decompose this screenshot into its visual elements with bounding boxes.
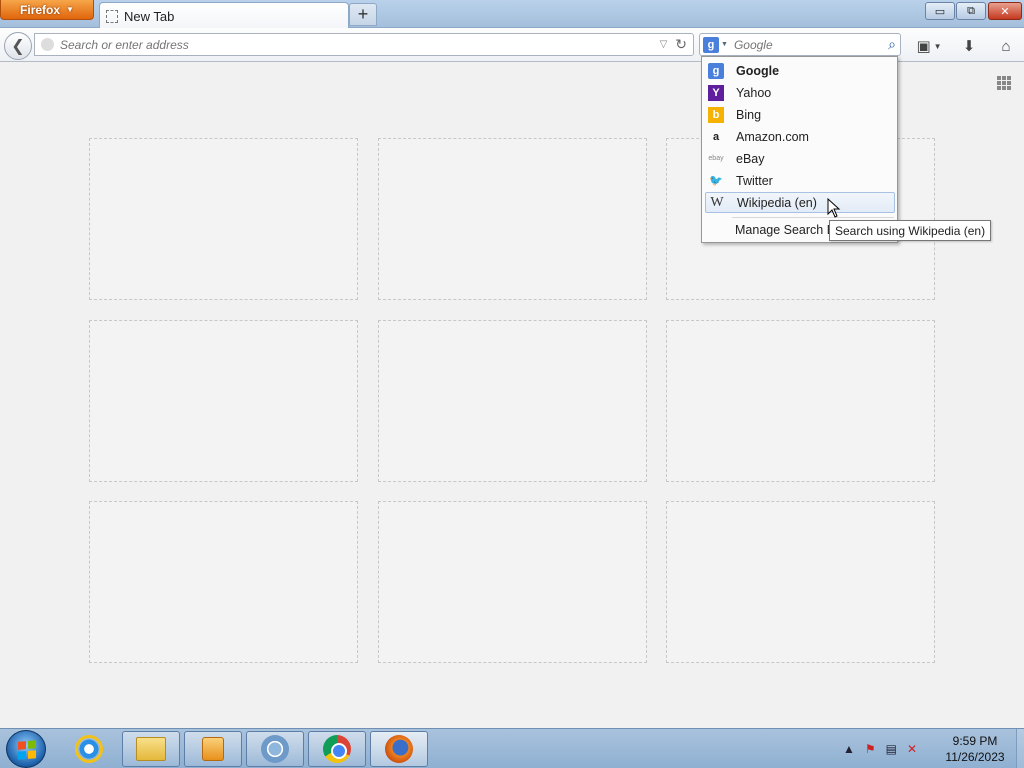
network-icon[interactable]: ▤ [886,742,897,756]
folder-icon [136,737,166,761]
firefox-icon [385,735,413,763]
taskbar-firefox[interactable] [370,731,428,767]
taskbar-internet-explorer[interactable] [60,731,118,767]
google-icon: g [708,62,724,79]
search-engine-item[interactable]: a Amazon.com [705,126,895,147]
downloads-button[interactable]: ⬇ [958,35,980,57]
action-center-flag-icon[interactable]: ⚑ [865,742,876,756]
tab-title: New Tab [124,8,175,24]
menu-separator [732,217,894,218]
search-engine-label: Wikipedia (en) [737,195,817,210]
firefox-menu-button[interactable]: Firefox ▼ [0,0,94,20]
wikipedia-en-icon: W [710,194,724,210]
search-input[interactable] [733,37,889,52]
bookmarks-button[interactable]: ▣ ▼ [912,35,946,57]
back-arrow-icon: ❮ [11,38,25,55]
search-engine-item[interactable]: g Google [705,60,895,81]
download-arrow-icon: ⬇ [962,38,976,55]
empty-site-tile[interactable] [666,320,935,482]
address-bar[interactable]: ▽ ↻ [34,33,694,56]
search-engine-menu: g Google Y Yahoo b Bing a Amazon.com ebay eBay 🐦 Tw… [701,56,898,243]
empty-site-tile[interactable] [89,501,358,663]
search-icon[interactable]: ⌕ [888,36,896,53]
twitter-icon: 🐦 [709,175,723,187]
firefox-menu-label: Firefox [20,2,61,17]
search-engine-label: eBay [736,151,765,166]
tile-grid-toggle-icon[interactable] [997,76,1011,90]
empty-site-tile[interactable] [378,501,647,663]
back-button[interactable]: ❮ [4,32,32,60]
search-engine-label: Google [736,63,780,78]
search-engine-item[interactable]: Y Yahoo [705,82,895,103]
tab-new-tab[interactable]: New Tab [99,2,349,29]
empty-site-tile[interactable] [89,138,358,300]
search-engine-item[interactable]: ebay eBay [705,148,895,169]
search-engine-label: Twitter [736,173,773,188]
internet-explorer-icon [75,735,103,763]
media-player-icon [202,737,224,761]
address-input[interactable] [60,37,660,52]
site-identity-icon[interactable] [41,38,54,51]
show-desktop-button[interactable] [1016,729,1024,768]
bookmark-star-icon: ▣ [916,38,931,55]
amazon-com-icon: a [712,130,720,143]
empty-site-tile[interactable] [666,501,935,663]
search-engine-label: Amazon.com [736,129,809,144]
ebay-icon: ebay [708,155,724,162]
home-icon: ⌂ [1001,37,1011,55]
taskbar-chrome[interactable] [308,731,366,767]
home-button[interactable]: ⌂ [994,35,1018,57]
taskbar-media-player[interactable] [184,731,242,767]
mouse-cursor-icon [827,198,841,218]
tooltip: Search using Wikipedia (en) [829,220,992,241]
empty-site-tile[interactable] [89,320,358,482]
minimize-button[interactable]: ▭ [925,2,955,20]
taskbar-chromium[interactable] [246,731,304,767]
search-engine-button[interactable]: g ▼ [703,36,728,53]
clock-time: 9:59 PM [952,734,998,748]
show-hidden-icons-icon[interactable]: ▲ [843,742,855,756]
blank-page-icon [106,9,118,23]
yahoo-icon: Y [708,84,724,101]
clock-date: 11/26/2023 [945,750,1005,764]
search-engine-label: Bing [736,107,762,122]
chevron-down-icon: ▼ [933,41,942,51]
taskbar-clock[interactable]: 9:59 PM 11/26/2023 [938,733,1012,765]
search-bar[interactable]: g ▼ ⌕ [699,33,901,56]
title-bar: Firefox ▼ New Tab + ▭ ⧉ ✕ [0,0,1024,29]
volume-muted-icon[interactable]: ✕ [907,742,917,756]
system-tray: ▲ ⚑ ▤ ✕ [843,729,917,768]
empty-site-tile[interactable] [378,138,647,300]
history-dropdown-icon[interactable]: ▽ [660,39,668,50]
search-engine-item[interactable]: W Wikipedia (en) [705,192,895,213]
start-button[interactable] [6,730,46,768]
new-tab-button[interactable]: + [349,3,377,26]
search-engine-label: Yahoo [736,85,772,100]
google-icon: g [703,36,719,53]
chrome-icon [323,735,351,763]
restore-button[interactable]: ⧉ [956,2,986,20]
empty-site-tile[interactable] [378,320,647,482]
chromium-icon [261,735,289,763]
bing-icon: b [708,106,724,123]
search-engine-item[interactable]: b Bing [705,104,895,125]
search-engine-item[interactable]: 🐦 Twitter [705,170,895,191]
close-button[interactable]: ✕ [988,2,1022,20]
reload-icon[interactable]: ↻ [675,36,687,53]
taskbar: ▲ ⚑ ▤ ✕ 9:59 PM 11/26/2023 [0,728,1024,768]
taskbar-file-explorer[interactable] [122,731,180,767]
chevron-down-icon: ▼ [721,41,728,48]
windows-logo-icon [18,740,36,760]
chevron-down-icon: ▼ [66,5,74,14]
